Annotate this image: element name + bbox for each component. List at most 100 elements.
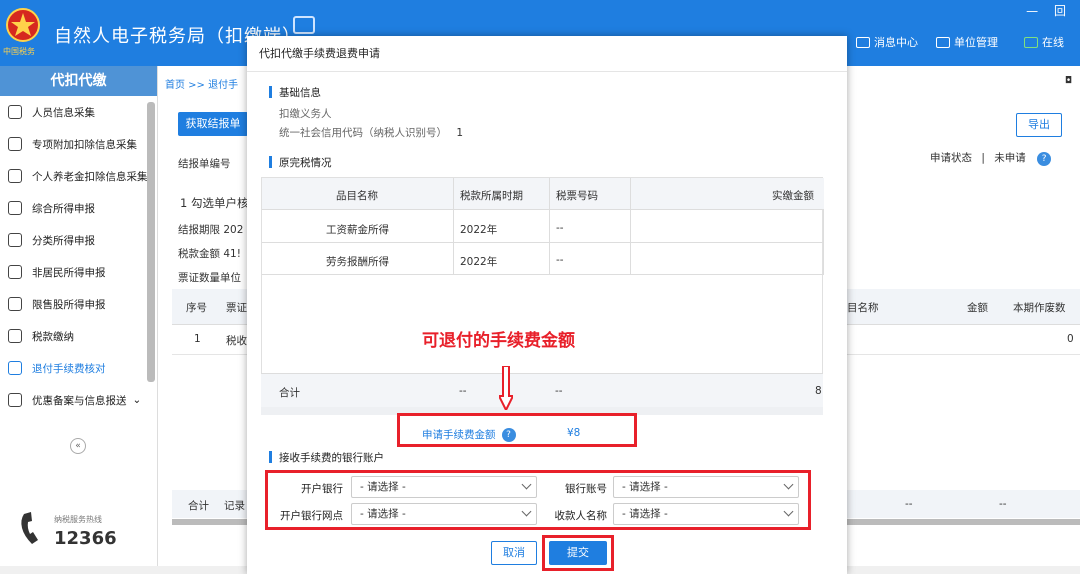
chevron-down-icon	[783, 506, 794, 517]
chevron-down-icon: ⌄	[132, 394, 142, 406]
file-icon	[8, 393, 22, 407]
total-row: 合计 -- -- 8	[261, 373, 823, 409]
breadcrumb[interactable]: 首页 >> 退付手	[165, 76, 238, 91]
sidebar-item[interactable]: 优惠备案与信息报送 ⌄	[0, 384, 157, 416]
sidebar-item-label: 人员信息采集	[32, 106, 95, 119]
submit-button[interactable]: 提交	[549, 541, 607, 565]
status-value: 未申请	[994, 152, 1026, 164]
col-item: 品目名称	[336, 190, 378, 202]
row2-ticket: --	[556, 254, 564, 266]
building-icon	[936, 36, 950, 48]
chevron-down-icon	[783, 479, 794, 490]
sidebar-item-label: 税款缴纳	[32, 330, 74, 343]
footer-records: 记录	[224, 500, 245, 512]
divider	[453, 178, 454, 274]
message-center-label: 消息中心	[874, 36, 918, 49]
online-status-label: 在线	[1042, 36, 1064, 49]
cancel-button[interactable]: 取消	[491, 541, 537, 565]
online-status-link[interactable]: 在线	[1024, 34, 1064, 50]
sidebar-item[interactable]: 分类所得申报	[0, 224, 157, 256]
window-controls[interactable]: — 回	[1026, 2, 1072, 19]
sidebar-item[interactable]: 限售股所得申报	[0, 288, 157, 320]
table-row-right[interactable]: 0	[847, 325, 1080, 355]
bank-account-heading: 接收手续费的银行账户	[269, 450, 384, 465]
chevron-down-icon	[521, 479, 532, 490]
sidebar-item[interactable]: 个人养老金扣除信息采集	[0, 160, 157, 192]
total-label: 合计	[279, 387, 300, 399]
basic-info-heading: 基础信息	[269, 85, 321, 100]
help-icon[interactable]: ?	[1037, 152, 1052, 166]
col-voided: 本期作废数	[1013, 302, 1066, 314]
divider	[549, 178, 550, 274]
refund-application-dialog: 代扣代缴手续费退费申请 基础信息 扣缴义务人 统一社会信用代码（纳税人识别号） …	[247, 36, 847, 574]
horizontal-scrollbar-right[interactable]	[847, 519, 1080, 525]
credit-code-value: 1	[456, 127, 464, 139]
sidebar-item-label: 优惠备案与信息报送	[32, 394, 127, 407]
apply-fee-amount-row: 申请手续费金额 ?	[422, 427, 516, 442]
col-ticket-no: 税票号码	[556, 190, 598, 202]
sidebar-header: 代扣代缴	[0, 66, 157, 96]
sidebar-item-label: 专项附加扣除信息采集	[32, 138, 137, 151]
divider	[262, 242, 824, 243]
unit-management-link[interactable]: 单位管理	[936, 34, 998, 50]
account-select-value: - 请选择 -	[622, 481, 668, 493]
col-item-name: 目名称	[847, 302, 879, 314]
sidebar-item[interactable]: 退付手续费核对	[0, 352, 157, 384]
down-arrow-icon	[499, 366, 513, 410]
row-ticket: 税收	[226, 335, 247, 347]
table-header-right: 目名称 金额 本期作废数	[847, 289, 1080, 325]
hotline-label: 纳税服务热线	[54, 515, 102, 524]
hotline-number: 12366	[54, 528, 117, 549]
row1-item: 工资薪金所得	[326, 224, 389, 236]
tax-paid-heading: 原完税情况	[269, 155, 332, 170]
amount-text: 税款金额 41!	[178, 248, 241, 260]
report-no-label: 结报单编号	[178, 158, 231, 170]
collapse-sidebar-button[interactable]: «	[70, 438, 86, 454]
account-select[interactable]: - 请选择 -	[613, 476, 799, 498]
message-center-link[interactable]: 消息中心	[856, 34, 918, 50]
period-text: 结报期限 202	[178, 224, 244, 236]
help-icon[interactable]: ?	[501, 427, 516, 442]
footer-dash-1: --	[905, 498, 913, 510]
sidebar-scrollbar[interactable]	[147, 102, 155, 382]
export-button[interactable]: 导出	[1016, 113, 1062, 137]
status-label: 申请状态	[930, 152, 972, 164]
col-amount: 金额	[967, 302, 988, 314]
divider	[262, 274, 824, 275]
total-ticket: --	[555, 385, 563, 397]
row1-ticket: --	[556, 222, 564, 234]
table-row[interactable]: 1 税收	[172, 325, 247, 355]
branch-select[interactable]: - 请选择 -	[351, 503, 537, 525]
card-icon	[8, 169, 22, 183]
sidebar-item[interactable]: 人员信息采集	[0, 96, 157, 128]
get-report-button[interactable]: 获取结报单	[178, 112, 248, 136]
hint-text: 1 勾选单户核	[180, 196, 249, 210]
phone-service-icon	[21, 512, 38, 544]
horizontal-scrollbar[interactable]	[172, 519, 247, 525]
tab-menu-icon[interactable]: ◘	[1065, 76, 1072, 86]
table-header-left: 序号 票证	[172, 289, 247, 325]
payee-select[interactable]: - 请选择 -	[613, 503, 799, 525]
row-seq: 1	[194, 333, 201, 345]
sidebar-item[interactable]: 综合所得申报	[0, 192, 157, 224]
wallet-icon	[8, 329, 22, 343]
wallet-icon[interactable]	[293, 16, 315, 34]
sidebar-menu: 人员信息采集专项附加扣除信息采集 个人养老金扣除信息采集综合所得申报 分类所得申报非…	[0, 96, 157, 416]
chevron-down-icon	[521, 506, 532, 517]
col-period: 税款所属时期	[460, 190, 523, 202]
logo-text: 中国税务	[3, 47, 35, 56]
bank-select[interactable]: - 请选择 -	[351, 476, 537, 498]
sidebar-item[interactable]: 税款缴纳	[0, 320, 157, 352]
sidebar-item[interactable]: 专项附加扣除信息采集	[0, 128, 157, 160]
col-ticket: 票证	[226, 302, 247, 314]
sidebar-item-label: 个人养老金扣除信息采集	[32, 170, 148, 183]
bank-label: 开户银行	[301, 483, 343, 495]
pie-icon	[8, 233, 22, 247]
list-icon	[8, 137, 22, 151]
unit-text: 票证数量单位	[178, 272, 241, 284]
footer-total: 合计	[188, 500, 209, 512]
sidebar-item[interactable]: 非居民所得申报	[0, 256, 157, 288]
withholding-agent-label: 扣缴义务人	[279, 108, 332, 120]
mail-icon	[856, 36, 870, 48]
branch-select-value: - 请选择 -	[360, 508, 406, 520]
